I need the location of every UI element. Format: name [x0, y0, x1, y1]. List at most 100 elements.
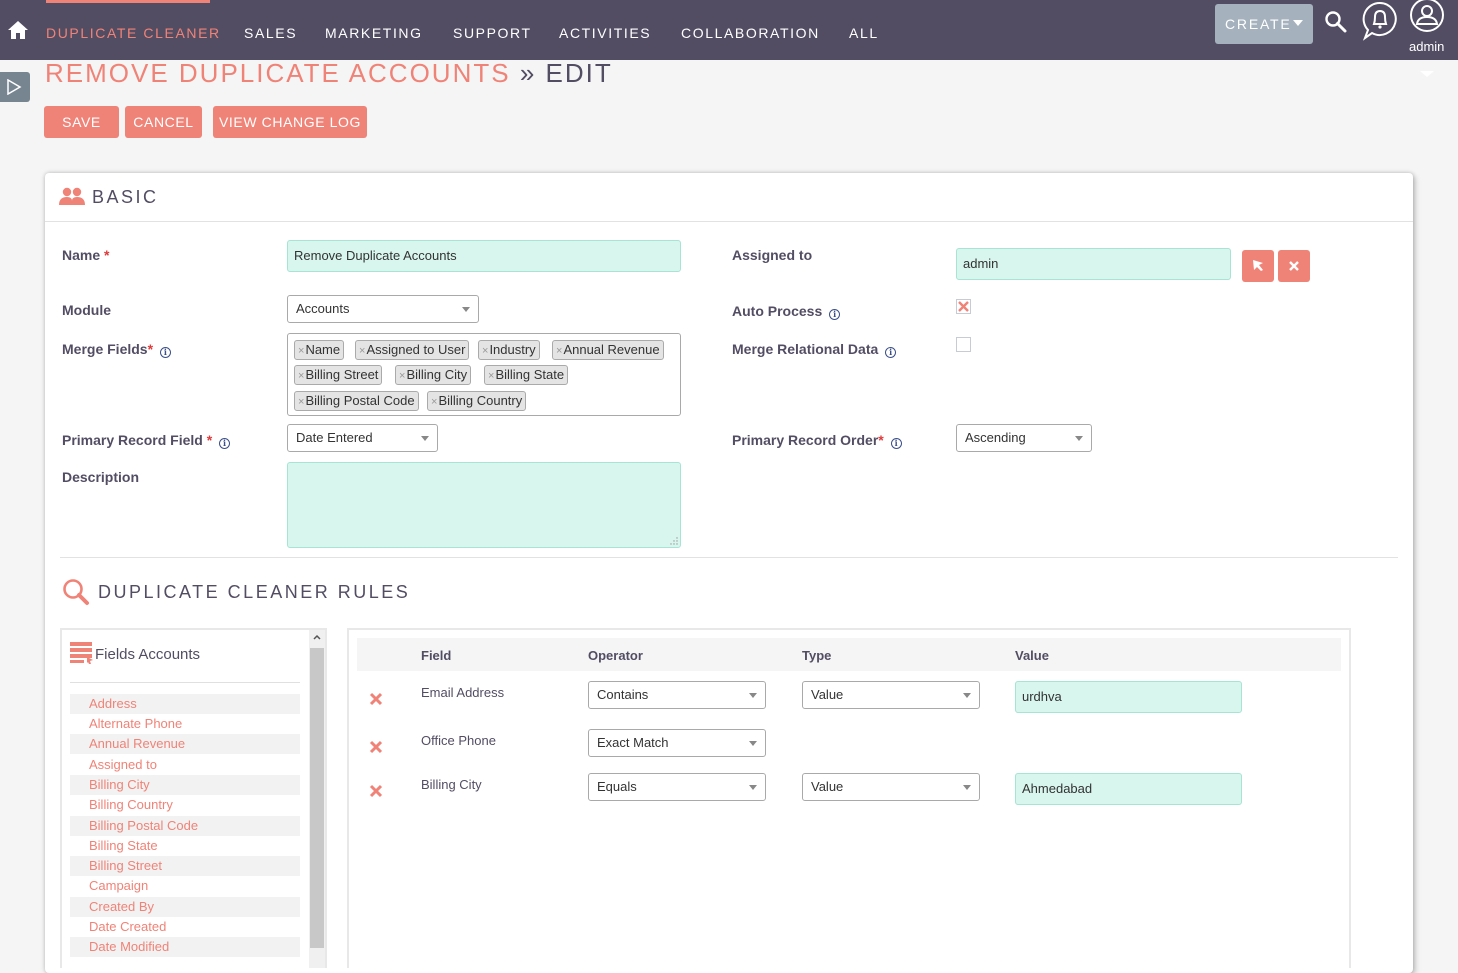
column-header-field: Field [421, 648, 452, 663]
tag-label: Billing Postal Code [305, 393, 415, 408]
view-change-log-button[interactable]: VIEW CHANGE LOG [213, 106, 367, 138]
merge-field-tag[interactable]: ×Billing Street [294, 365, 383, 385]
remove-tag-icon[interactable]: × [298, 345, 304, 357]
top-navigation-bar: DUPLICATE CLEANER SALES MARKETING SUPPOR… [0, 0, 1458, 60]
field-list-item[interactable]: Billing Postal Code [70, 816, 300, 836]
merge-field-tag[interactable]: ×Billing Postal Code [294, 391, 419, 411]
scrollbar-thumb[interactable] [310, 648, 324, 948]
fields-list-scrollbar[interactable] [309, 630, 325, 968]
field-list-item[interactable]: Date Created [70, 917, 300, 937]
remove-tag-icon[interactable]: × [298, 396, 304, 408]
create-button[interactable]: CREATE [1215, 4, 1313, 44]
tag-label: Industry [489, 342, 536, 357]
merge-field-tag[interactable]: ×Billing Country [427, 391, 527, 411]
remove-tag-icon[interactable]: × [556, 345, 562, 357]
cancel-button[interactable]: CANCEL [125, 106, 202, 138]
field-list-item[interactable]: Billing State [70, 836, 300, 856]
name-input[interactable]: Remove Duplicate Accounts [287, 240, 681, 272]
chevron-up-icon[interactable] [313, 634, 321, 640]
resize-grip-icon[interactable] [670, 537, 678, 545]
edit-panel: BASIC Name * Remove Duplicate Accounts M… [45, 173, 1413, 973]
rule-type-select[interactable]: Value [802, 681, 980, 709]
rule-type-select[interactable]: Value [802, 773, 980, 801]
rule-operator-select[interactable]: Equals [588, 773, 766, 801]
field-list-item[interactable]: Billing City [70, 775, 300, 795]
remove-tag-icon[interactable]: × [298, 370, 304, 382]
info-icon[interactable]: i [219, 438, 231, 449]
info-icon[interactable]: i [885, 347, 897, 358]
delete-rule-icon[interactable] [369, 740, 383, 754]
required-marker: * [147, 341, 154, 357]
remove-tag-icon[interactable]: × [488, 370, 494, 382]
rule-operator-select[interactable]: Exact Match [588, 729, 766, 757]
section-divider [60, 557, 1398, 558]
primary-record-field-select[interactable]: Date Entered [287, 424, 438, 452]
merge-fields-multiselect[interactable]: ×Name ×Assigned to User ×Industry ×Annua… [287, 333, 681, 416]
nav-support[interactable]: SUPPORT [453, 25, 532, 41]
merge-field-tag[interactable]: ×Industry [478, 340, 540, 360]
nav-all[interactable]: ALL [849, 25, 879, 41]
merge-field-tag[interactable]: ×Annual Revenue [552, 340, 664, 360]
assigned-to-label: Assigned to [732, 247, 813, 263]
info-icon[interactable]: i [890, 438, 902, 449]
field-list-item[interactable]: Alternate Phone [70, 714, 300, 734]
nav-collaboration[interactable]: COLLABORATION [681, 25, 820, 41]
clear-user-button[interactable] [1278, 250, 1310, 282]
rule-value-input[interactable]: urdhva [1015, 681, 1242, 713]
module-label: Module [62, 302, 111, 318]
remove-tag-icon[interactable]: × [399, 370, 405, 382]
user-avatar-icon[interactable] [1408, 0, 1446, 34]
nav-activities[interactable]: ACTIVITIES [559, 25, 651, 41]
page-title-module: REMOVE DUPLICATE ACCOUNTS [45, 58, 511, 88]
primary-record-order-select[interactable]: Ascending [956, 424, 1092, 452]
nav-marketing[interactable]: MARKETING [325, 25, 423, 41]
merge-relational-data-checkbox[interactable] [956, 337, 971, 352]
description-textarea[interactable] [287, 462, 681, 548]
module-select[interactable]: Accounts [287, 295, 479, 323]
field-list-item[interactable]: Created By [70, 897, 300, 917]
description-label: Description [62, 469, 140, 485]
merge-field-tag[interactable]: ×Billing City [395, 365, 472, 385]
field-list-item[interactable]: Billing Street [70, 856, 300, 876]
field-list-item[interactable]: Annual Revenue [70, 734, 300, 754]
checked-x-icon [958, 301, 969, 312]
field-list-item[interactable]: Campaign [70, 876, 300, 896]
delete-rule-icon[interactable] [369, 692, 383, 706]
rule-value-input[interactable]: Ahmedabad [1015, 773, 1242, 805]
remove-tag-icon[interactable]: × [431, 396, 437, 408]
delete-rule-icon[interactable] [369, 784, 383, 798]
select-user-button[interactable] [1242, 250, 1274, 282]
sidebar-toggle-button[interactable] [0, 72, 30, 102]
remove-tag-icon[interactable]: × [359, 345, 365, 357]
merge-field-tag[interactable]: ×Assigned to User [355, 340, 470, 360]
search-icon[interactable] [1324, 10, 1348, 34]
save-button[interactable]: SAVE [44, 106, 119, 138]
assigned-to-input[interactable]: admin [956, 248, 1231, 280]
merge-field-tag[interactable]: ×Name [294, 340, 345, 360]
remove-tag-icon[interactable]: × [482, 345, 488, 357]
auto-process-label-text: Auto Process [732, 303, 823, 319]
merge-field-tag[interactable]: ×Billing State [484, 365, 569, 385]
field-list-item[interactable]: Assigned to [70, 755, 300, 775]
info-icon[interactable]: i [829, 309, 841, 320]
field-list-item[interactable]: Address [70, 694, 300, 714]
info-icon[interactable]: i [159, 347, 171, 358]
tag-label: Annual Revenue [563, 342, 660, 357]
nav-duplicate-cleaner[interactable]: DUPLICATE CLEANER [46, 25, 221, 41]
play-arrow-icon [7, 79, 22, 95]
user-name-label[interactable]: admin [1409, 39, 1444, 54]
home-icon[interactable] [7, 20, 29, 40]
notifications-bell-icon[interactable] [1360, 0, 1400, 42]
primary-record-order-label-text: Primary Record Order [732, 432, 879, 448]
field-list-item[interactable]: Date Modified [70, 937, 300, 957]
auto-process-checkbox[interactable] [956, 299, 971, 314]
name-label: Name * [62, 247, 109, 263]
primary-record-order-label: Primary Record Order* i [732, 432, 902, 449]
user-menu-caret-icon[interactable] [1420, 71, 1434, 77]
name-label-text: Name [62, 247, 101, 263]
field-list-item[interactable]: Billing Country [70, 795, 300, 815]
rule-operator-select[interactable]: Contains [588, 681, 766, 709]
basic-section-header[interactable]: BASIC [45, 173, 1413, 222]
merge-relational-data-label: Merge Relational Data i [732, 341, 897, 358]
nav-sales[interactable]: SALES [244, 25, 297, 41]
